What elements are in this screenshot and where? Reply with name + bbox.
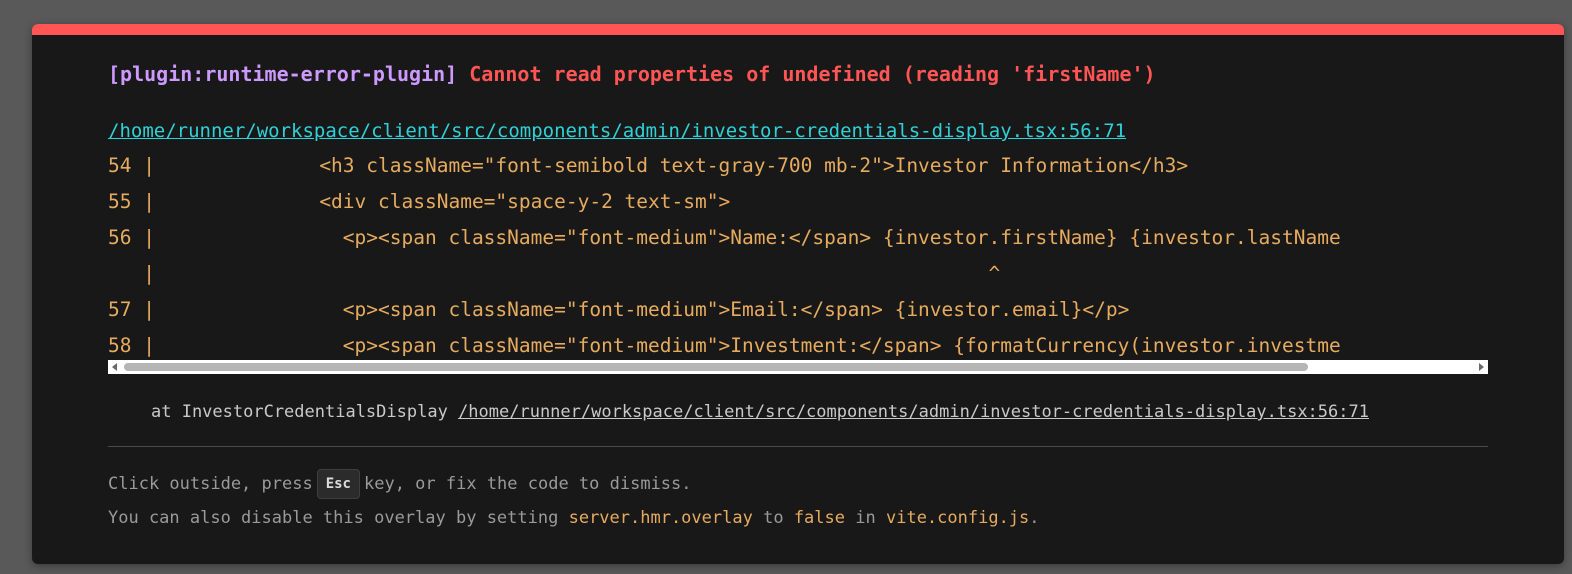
plugin-name: [plugin:runtime-error-plugin] xyxy=(108,62,458,86)
tip-text: in xyxy=(855,508,876,528)
stack-prefix: at InvestorCredentialsDisplay xyxy=(151,402,448,422)
setting-value: false xyxy=(793,508,845,528)
scroll-right-icon[interactable] xyxy=(1479,363,1484,371)
config-file: vite.config.js xyxy=(885,508,1030,528)
code-frame-scrollbar[interactable] xyxy=(108,360,1488,374)
tip-text: You can also disable this overlay by set… xyxy=(108,508,559,528)
dismiss-tip: Click outside, press Esc key, or fix the c… xyxy=(108,467,1488,535)
divider xyxy=(108,446,1488,447)
error-content: [plugin:runtime-error-plugin] Cannot rea… xyxy=(108,60,1488,535)
tip-line-2: You can also disable this overlay by set… xyxy=(108,501,1488,535)
code-caret-line: | ^ xyxy=(108,262,1001,285)
error-accent-bar xyxy=(32,24,1564,35)
setting-name: server.hmr.overlay xyxy=(568,508,753,528)
code-line: 56 | <p><span className="font-medium">Na… xyxy=(108,226,1341,249)
esc-key-badge: Esc xyxy=(316,469,360,499)
error-text: Cannot read properties of undefined (rea… xyxy=(469,62,1156,86)
stack-file-link[interactable]: /home/runner/workspace/client/src/compon… xyxy=(458,402,1369,422)
tip-text: to xyxy=(763,508,784,528)
code-line: 57 | <p><span className="font-medium">Em… xyxy=(108,298,1130,321)
tip-text: key, or fix the code to dismiss. xyxy=(364,474,692,494)
code-line: 55 | <div className="space-y-2 text-sm"> xyxy=(108,190,731,213)
code-frame: 54 | <h3 className="font-semibold text-g… xyxy=(108,148,1488,364)
error-message: [plugin:runtime-error-plugin] Cannot rea… xyxy=(108,60,1488,88)
error-overlay: [plugin:runtime-error-plugin] Cannot rea… xyxy=(32,24,1564,564)
scroll-left-icon[interactable] xyxy=(112,363,117,371)
stack-trace: at InvestorCredentialsDisplay /home/runn… xyxy=(108,400,1488,424)
tip-line-1: Click outside, press Esc key, or fix the c… xyxy=(108,467,1488,501)
error-file-link[interactable]: /home/runner/workspace/client/src/compon… xyxy=(108,118,1488,144)
tip-text: Click outside, press xyxy=(108,474,313,494)
code-line: 58 | <p><span className="font-medium">In… xyxy=(108,334,1341,357)
tip-text: . xyxy=(1029,508,1040,528)
code-line: 54 | <h3 className="font-semibold text-g… xyxy=(108,154,1189,177)
scrollbar-thumb[interactable] xyxy=(124,363,1308,371)
